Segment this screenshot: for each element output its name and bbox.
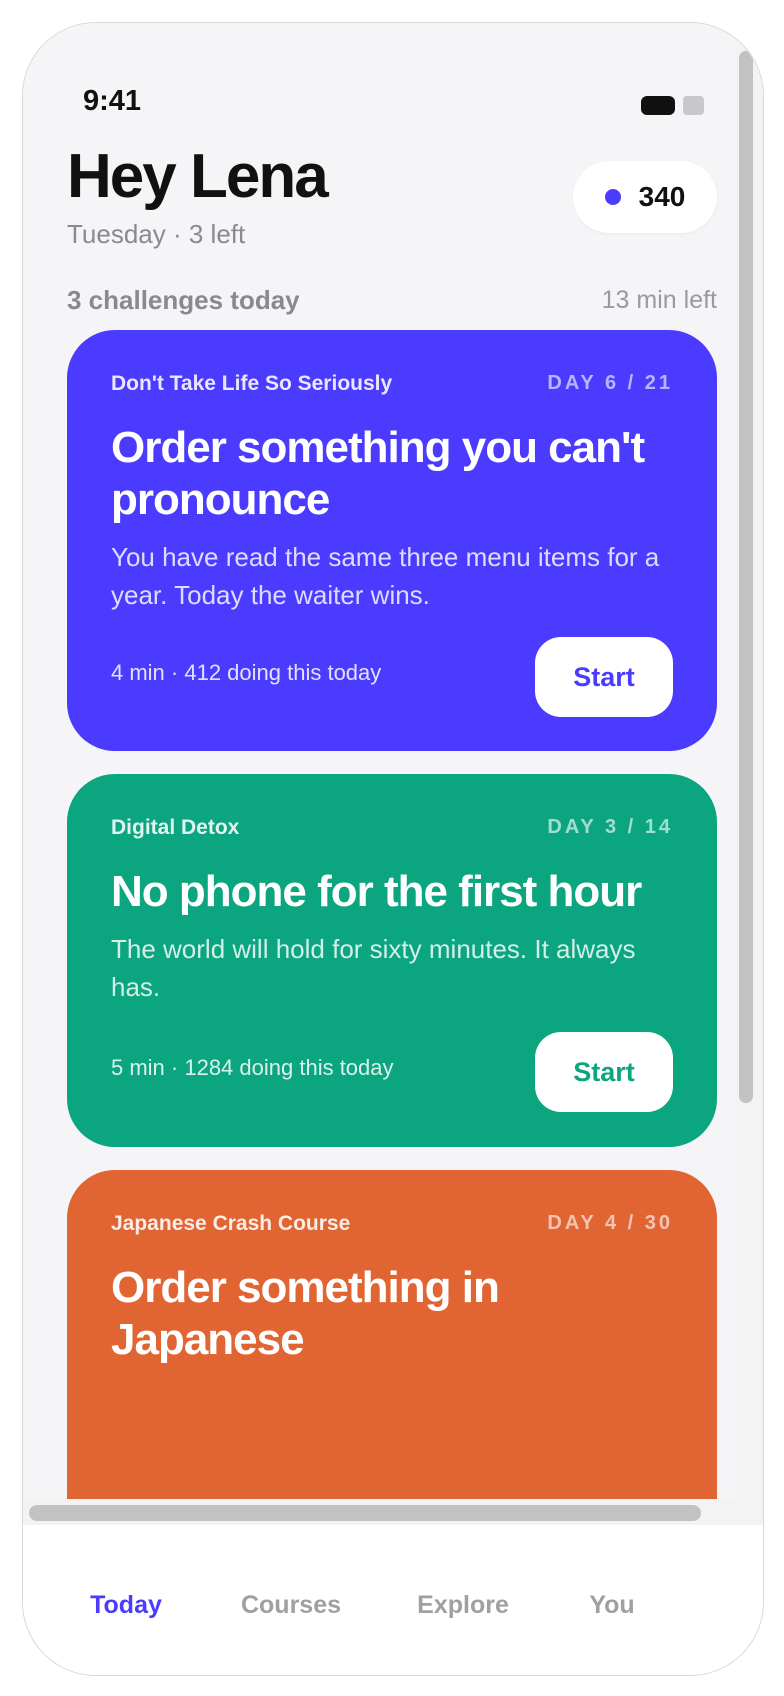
challenge-meta: 5 min · 1284 doing this today bbox=[111, 1055, 394, 1080]
challenge-card[interactable]: Don't Take Life So Seriously DAY 6 / 21 … bbox=[67, 330, 717, 751]
cellular-icon bbox=[641, 96, 675, 115]
challenge-meta: 4 min · 412 doing this today bbox=[111, 660, 382, 685]
points-value: 340 bbox=[638, 181, 686, 212]
today-screen[interactable]: 9:41 Hey Lena Tuesday · 3 left 340 3 cha… bbox=[23, 23, 736, 1499]
horizontal-scrollbar-thumb[interactable] bbox=[29, 1505, 701, 1521]
challenge-card[interactable]: Digital Detox DAY 3 / 14 No phone for th… bbox=[67, 774, 717, 1147]
points-badge[interactable]: 340 bbox=[573, 161, 717, 233]
challenge-description: You have read the same three menu items … bbox=[111, 542, 660, 610]
tab-bar: Today Courses Explore You bbox=[23, 1525, 763, 1675]
start-button[interactable]: Start bbox=[535, 1032, 673, 1112]
challenge-title: Order something you can't pronounce bbox=[111, 423, 645, 524]
tab-courses[interactable]: Courses bbox=[241, 1591, 341, 1620]
tab-today[interactable]: Today bbox=[90, 1591, 162, 1620]
tab-you[interactable]: You bbox=[589, 1591, 634, 1620]
challenge-title: No phone for the first hour bbox=[111, 867, 642, 916]
battery-icon bbox=[683, 96, 704, 115]
course-name: Japanese Crash Course bbox=[111, 1212, 351, 1235]
page-title: Hey Lena bbox=[67, 142, 329, 211]
vertical-scrollbar-thumb[interactable] bbox=[739, 51, 753, 1103]
challenge-title: Order something in Japanese bbox=[111, 1263, 500, 1364]
points-dot-icon bbox=[604, 189, 621, 205]
start-button[interactable]: Start bbox=[535, 637, 673, 717]
date-subtitle: Tuesday · 3 left bbox=[67, 219, 246, 249]
day-progress: DAY 3 / 14 bbox=[547, 816, 673, 838]
section-title: 3 challenges today bbox=[67, 285, 300, 315]
status-time: 9:41 bbox=[83, 85, 142, 117]
course-name: Don't Take Life So Seriously bbox=[111, 372, 393, 395]
time-left: 13 min left bbox=[601, 286, 717, 314]
day-progress: DAY 4 / 30 bbox=[547, 1212, 673, 1234]
course-name: Digital Detox bbox=[111, 816, 240, 839]
phone-frame: 9:41 Hey Lena Tuesday · 3 left 340 3 cha… bbox=[22, 22, 764, 1676]
tab-explore[interactable]: Explore bbox=[417, 1591, 509, 1620]
challenge-description: The world will hold for sixty minutes. I… bbox=[111, 934, 636, 1002]
day-progress: DAY 6 / 21 bbox=[547, 372, 673, 394]
challenge-card[interactable]: Japanese Crash Course DAY 4 / 30 Order s… bbox=[67, 1170, 717, 1499]
